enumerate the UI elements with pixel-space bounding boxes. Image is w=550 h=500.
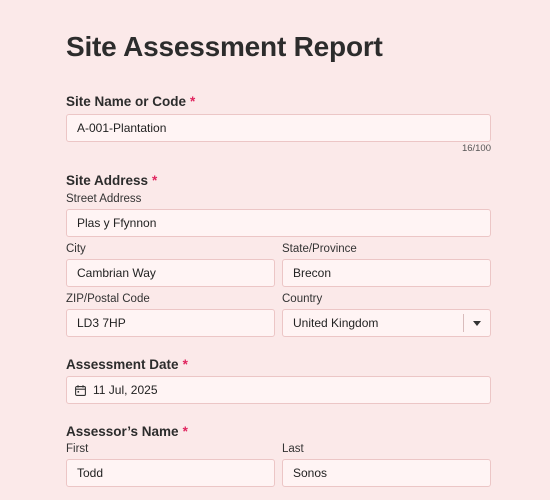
street-address-input[interactable]: Plas y Ffynnon [66,209,491,237]
site-name-label: Site Name or Code * [66,94,195,109]
country-select[interactable]: United Kingdom [282,309,491,337]
city-value: Cambrian Way [77,266,156,280]
last-name-label: Last [282,443,304,455]
site-assessment-form: Site Assessment Report Site Name or Code… [0,0,550,500]
first-name-value: Todd [77,466,104,480]
first-name-label: First [66,443,89,455]
last-name-input[interactable]: Sonos [282,459,491,487]
page-title: Site Assessment Report [66,31,383,62]
city-input[interactable]: Cambrian Way [66,259,275,287]
select-divider [463,314,464,332]
zip-postal-code-value: LD3 7HP [77,316,126,330]
state-province-input[interactable]: Brecon [282,259,491,287]
assessment-date-value: 11 Jul, 2025 [93,383,158,397]
required-asterisk: * [190,94,196,109]
assessor-name-label-text: Assessor’s Name [66,424,179,439]
character-counter: 16/100 [461,143,491,154]
assessment-date-label-text: Assessment Date [66,357,179,372]
site-address-label-text: Site Address [66,173,149,188]
required-asterisk: * [152,173,158,188]
assessment-date-label: Assessment Date * [66,357,188,372]
calendar-icon[interactable] [75,385,86,396]
zip-postal-code-label: ZIP/Postal Code [66,293,150,305]
zip-postal-code-input[interactable]: LD3 7HP [66,309,275,337]
site-name-label-text: Site Name or Code [66,94,187,109]
chevron-down-icon[interactable] [473,321,481,326]
first-name-input[interactable]: Todd [66,459,275,487]
state-province-label: State/Province [282,243,357,255]
required-asterisk: * [182,357,188,372]
site-name-input[interactable]: A-001-Plantation [66,114,491,142]
country-label: Country [282,293,323,305]
state-province-value: Brecon [293,266,332,280]
country-value: United Kingdom [293,316,379,330]
assessor-name-label: Assessor’s Name * [66,424,188,439]
street-address-value: Plas y Ffynnon [77,216,157,230]
assessment-date-input[interactable]: 11 Jul, 2025 [66,376,491,404]
site-name-value: A-001-Plantation [77,121,167,135]
required-asterisk: * [182,424,188,439]
site-address-label: Site Address * [66,173,157,188]
street-address-label: Street Address [66,193,142,205]
city-label: City [66,243,86,255]
last-name-value: Sonos [293,466,328,480]
